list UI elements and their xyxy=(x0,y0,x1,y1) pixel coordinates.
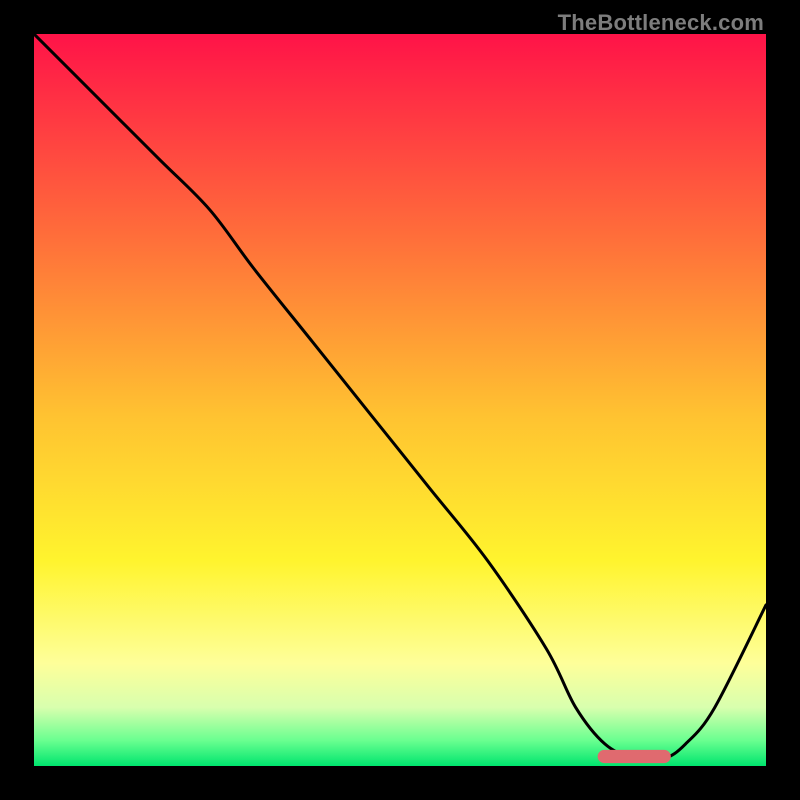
watermark-text: TheBottleneck.com xyxy=(558,10,764,36)
optimal-zone-marker xyxy=(598,750,671,763)
chart-svg xyxy=(34,34,766,766)
chart-plot-area xyxy=(34,34,766,766)
chart-stage: TheBottleneck.com xyxy=(0,0,800,800)
